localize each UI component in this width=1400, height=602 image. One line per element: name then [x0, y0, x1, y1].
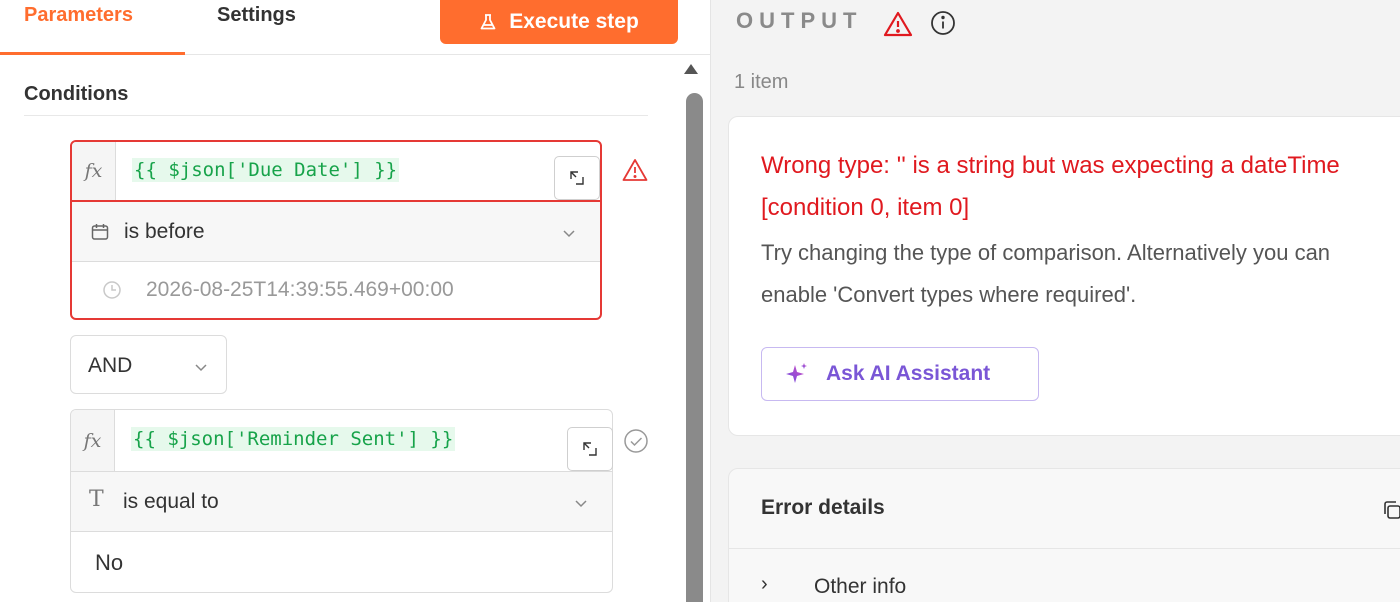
- condition-1: fx {{ $json['Due Date'] }} is before 202…: [70, 140, 602, 320]
- expand-editor-button[interactable]: [567, 427, 613, 471]
- ask-ai-assistant-button[interactable]: Ask AI Assistant: [761, 347, 1039, 401]
- value-text: No: [95, 550, 124, 575]
- output-heading: OUTPUT: [736, 8, 863, 33]
- clock-icon: [103, 281, 121, 299]
- chevron-down-icon: [563, 230, 575, 238]
- output-panel: OUTPUT 1 item Wrong type: '' is a string…: [710, 0, 1400, 602]
- fx-icon: fx: [72, 142, 116, 200]
- check-circle-icon: [624, 429, 648, 453]
- expression-text[interactable]: {{ $json['Due Date'] }}: [132, 158, 400, 182]
- error-details-title: Error details: [761, 496, 885, 519]
- tab-parameters[interactable]: Parameters: [24, 4, 133, 27]
- operator-label: is before: [124, 220, 205, 243]
- expand-editor-button[interactable]: [554, 156, 600, 200]
- condition-1-operator-select[interactable]: is before: [72, 202, 600, 262]
- scroll-up-arrow[interactable]: [684, 64, 698, 74]
- items-count: 1 item: [734, 71, 789, 93]
- ask-ai-assistant-label: Ask AI Assistant: [826, 362, 991, 385]
- copy-icon[interactable]: [1381, 499, 1400, 521]
- condition-1-right-value[interactable]: 2026-08-25T14:39:55.469+00:00: [72, 262, 600, 318]
- condition-1-left-value[interactable]: fx {{ $json['Due Date'] }}: [72, 142, 600, 202]
- warning-icon: [622, 159, 648, 181]
- execute-step-label: Execute step: [509, 10, 639, 33]
- expression-text[interactable]: {{ $json['Reminder Sent'] }}: [131, 427, 456, 451]
- combinator-select[interactable]: AND: [70, 335, 227, 394]
- text-type-icon: T: [89, 487, 104, 512]
- condition-2-operator-select[interactable]: T is equal to: [71, 472, 612, 532]
- tab-settings[interactable]: Settings: [217, 4, 296, 27]
- error-message: Wrong type: '' is a string but was expec…: [761, 152, 1340, 221]
- divider: [24, 115, 648, 116]
- chevron-right-icon: ›: [761, 573, 768, 595]
- execute-step-button[interactable]: Execute step: [440, 0, 678, 44]
- error-details-card: Error details › Other info: [728, 468, 1400, 602]
- info-icon[interactable]: [929, 9, 957, 37]
- parameters-panel: Parameters Settings Execute step Conditi…: [0, 0, 710, 602]
- chevron-down-icon: [195, 364, 207, 372]
- other-info-label: Other info: [814, 575, 907, 598]
- condition-2-right-value[interactable]: No: [71, 532, 612, 592]
- scrollbar-thumb[interactable]: [686, 93, 703, 602]
- active-tab-indicator: [0, 52, 185, 55]
- combinator-label: AND: [88, 354, 133, 377]
- calendar-icon: [91, 224, 109, 240]
- sparkle-icon: [786, 363, 807, 383]
- flask-icon: [480, 14, 496, 30]
- conditions-heading: Conditions: [24, 83, 129, 105]
- tab-bar: Parameters Settings Execute step: [0, 0, 710, 55]
- chevron-down-icon: [575, 500, 587, 508]
- warning-icon: [883, 11, 913, 37]
- condition-2-left-value[interactable]: fx {{ $json['Reminder Sent'] }}: [71, 410, 612, 472]
- date-value: 2026-08-25T14:39:55.469+00:00: [146, 278, 454, 301]
- error-details-header: Error details: [729, 469, 1400, 549]
- expand-icon: [570, 171, 584, 185]
- expand-icon: [583, 442, 597, 456]
- error-description: Try changing the type of comparison. Alt…: [761, 240, 1331, 307]
- fx-icon: fx: [71, 410, 115, 471]
- error-card: Wrong type: '' is a string but was expec…: [728, 116, 1400, 436]
- condition-2: fx {{ $json['Reminder Sent'] }} T is equ…: [70, 409, 613, 593]
- operator-label: is equal to: [123, 490, 219, 513]
